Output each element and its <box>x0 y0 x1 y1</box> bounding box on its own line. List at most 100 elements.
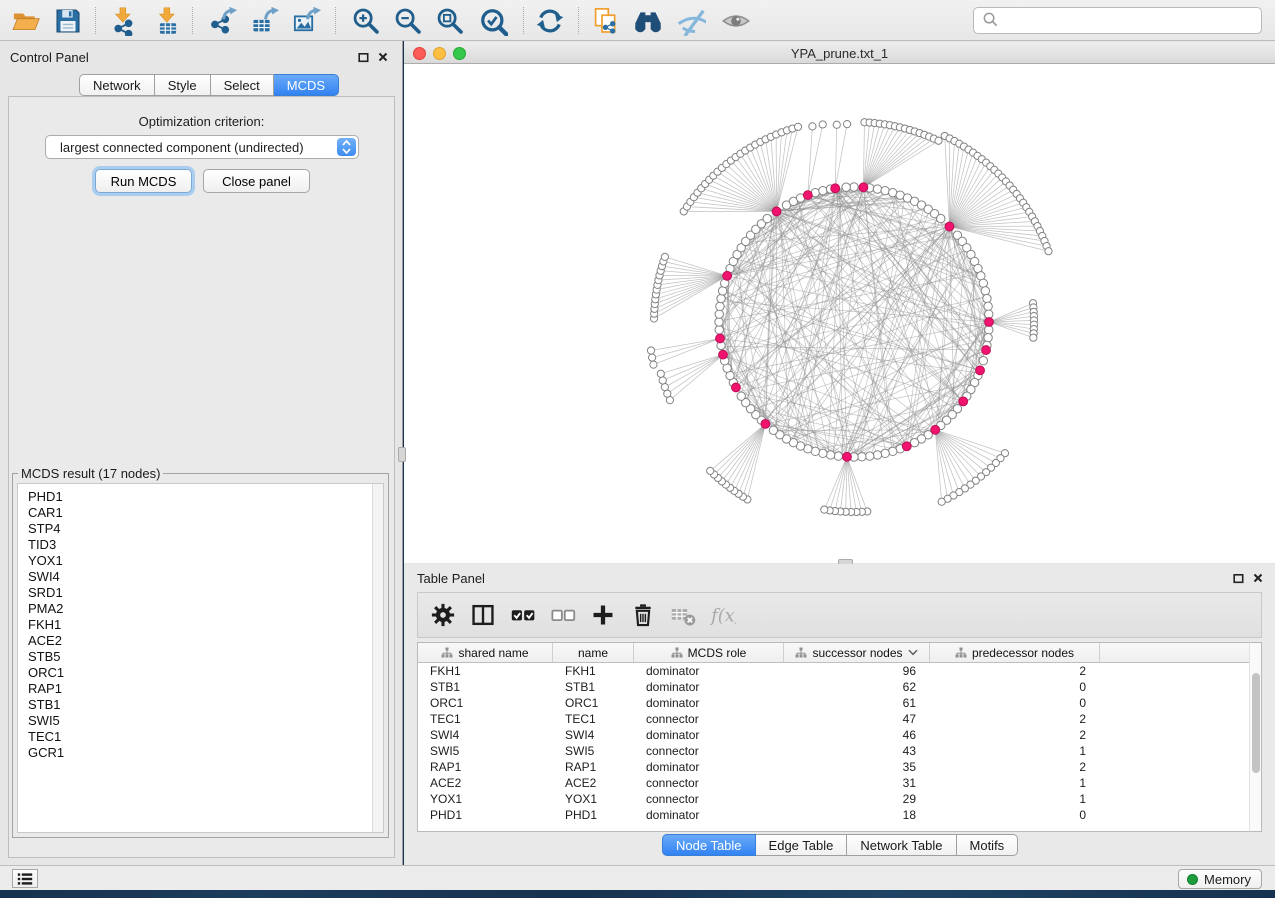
mcds-result-item[interactable]: ACE2 <box>18 633 383 649</box>
tab-node-table[interactable]: Node Table <box>662 834 756 856</box>
table-row[interactable]: YOX1YOX1connector291 <box>418 791 1261 807</box>
mcds-result-item[interactable]: YOX1 <box>18 553 383 569</box>
mcds-result-item[interactable]: SRD1 <box>18 585 383 601</box>
memory-status-icon <box>1187 874 1198 885</box>
tab-motifs[interactable]: Motifs <box>957 834 1019 856</box>
network-canvas[interactable] <box>404 64 1273 563</box>
import-table-button[interactable] <box>150 4 186 37</box>
mcds-result-item[interactable]: GCR1 <box>18 745 383 761</box>
table-row[interactable]: SWI5SWI5connector431 <box>418 743 1261 759</box>
mcds-result-item[interactable]: TID3 <box>18 537 383 553</box>
mcds-result-item[interactable]: SWI4 <box>18 569 383 585</box>
table-scrollbar[interactable] <box>1249 642 1262 832</box>
table-row[interactable]: ACE2ACE2connector311 <box>418 775 1261 791</box>
table-tabs: Node TableEdge TableNetwork TableMotifs <box>662 834 1018 856</box>
export-image-button[interactable] <box>289 4 325 37</box>
cell: 96 <box>784 663 930 679</box>
cell: FKH1 <box>553 663 634 679</box>
close-table-panel-icon[interactable] <box>1251 571 1265 585</box>
table-row[interactable]: SWI4SWI4dominator462 <box>418 727 1261 743</box>
table-header: shared namenameMCDS rolesuccessor nodesp… <box>418 643 1261 663</box>
export-image-icon <box>292 6 322 36</box>
save-icon <box>53 6 83 36</box>
cell: dominator <box>634 679 784 695</box>
cell: STB1 <box>553 679 634 695</box>
add-button[interactable] <box>586 598 620 632</box>
network-window: YPA_prune.txt_1 <box>404 42 1275 563</box>
column-header-name[interactable]: name <box>553 643 634 662</box>
mcds-result-item[interactable]: FKH1 <box>18 617 383 633</box>
gear-button[interactable] <box>426 598 460 632</box>
network-window-titlebar: YPA_prune.txt_1 <box>404 42 1275 64</box>
zoom-selected-icon <box>478 6 508 36</box>
zoom-fit-button[interactable] <box>432 4 468 37</box>
run-mcds-button[interactable]: Run MCDS <box>95 169 192 193</box>
tab-edge-table[interactable]: Edge Table <box>756 834 848 856</box>
open-folder-button[interactable] <box>8 4 44 37</box>
export-network-button[interactable] <box>205 4 241 37</box>
mcds-result-group: MCDS result (17 nodes) PHD1CAR1STP4TID3Y… <box>12 466 389 838</box>
binoculars-button[interactable] <box>630 4 666 37</box>
tab-mcds[interactable]: MCDS <box>274 74 339 96</box>
export-table-button[interactable] <box>247 4 283 37</box>
tab-network[interactable]: Network <box>79 74 155 96</box>
save-button[interactable] <box>50 4 86 37</box>
mcds-result-item[interactable]: CAR1 <box>18 505 383 521</box>
column-header-MCDS-role[interactable]: MCDS role <box>634 643 784 662</box>
table-row[interactable]: STB1STB1dominator620 <box>418 679 1261 695</box>
mcds-result-item[interactable]: TEC1 <box>18 729 383 745</box>
tab-select[interactable]: Select <box>211 74 274 96</box>
zoom-in-button[interactable] <box>348 4 384 37</box>
table-row[interactable]: FKH1FKH1dominator962 <box>418 663 1261 679</box>
list-scrollbar[interactable] <box>372 484 383 832</box>
close-panel-icon[interactable] <box>376 50 390 64</box>
float-table-panel-icon[interactable] <box>1231 571 1245 585</box>
mcds-result-item[interactable]: PMA2 <box>18 601 383 617</box>
mcds-result-item[interactable]: STP4 <box>18 521 383 537</box>
table-row[interactable]: ORC1ORC1dominator610 <box>418 695 1261 711</box>
namespace-icon <box>955 647 967 659</box>
zoom-out-button[interactable] <box>390 4 426 37</box>
mcds-result-item[interactable]: PHD1 <box>18 489 383 505</box>
mcds-result-item[interactable]: SWI5 <box>18 713 383 729</box>
refresh-button[interactable] <box>532 4 568 37</box>
mcds-result-item[interactable]: STB1 <box>18 697 383 713</box>
tab-style[interactable]: Style <box>155 74 211 96</box>
task-history-button[interactable] <box>12 869 38 888</box>
namespace-icon <box>671 647 683 659</box>
control-panel-titlebar: Control Panel <box>0 41 402 71</box>
copy-network-button[interactable] <box>588 4 624 37</box>
column-header-successor-nodes[interactable]: successor nodes <box>784 643 930 662</box>
hide-selected-button[interactable] <box>673 4 709 37</box>
mcds-result-item[interactable]: RAP1 <box>18 681 383 697</box>
mcds-result-title: MCDS result (17 nodes) <box>18 466 163 481</box>
table-row[interactable]: PHD1PHD1dominator180 <box>418 807 1261 823</box>
cell: dominator <box>634 759 784 775</box>
import-network-button[interactable] <box>106 4 142 37</box>
zoom-selected-button[interactable] <box>475 4 511 37</box>
table-row[interactable]: TEC1TEC1connector472 <box>418 711 1261 727</box>
vertical-splitter-handle[interactable] <box>398 447 406 462</box>
main-toolbar <box>0 0 1275 41</box>
search-input[interactable] <box>1004 11 1261 31</box>
close-panel-button[interactable]: Close panel <box>203 169 310 193</box>
criterion-dropdown[interactable]: largest connected component (undirected) <box>45 135 359 159</box>
refresh-icon <box>535 6 565 36</box>
columns-button[interactable] <box>466 598 500 632</box>
table-row[interactable]: RAP1RAP1dominator352 <box>418 759 1261 775</box>
memory-label: Memory <box>1204 872 1251 887</box>
column-header-shared-name[interactable]: shared name <box>418 643 553 662</box>
table-scrollbar-thumb[interactable] <box>1252 673 1260 773</box>
tab-network-table[interactable]: Network Table <box>847 834 956 856</box>
export-table-icon <box>250 6 280 36</box>
select-all-button[interactable] <box>506 598 540 632</box>
delete-button[interactable] <box>626 598 660 632</box>
column-header-predecessor-nodes[interactable]: predecessor nodes <box>930 643 1100 662</box>
deselect-all-button[interactable] <box>546 598 580 632</box>
namespace-icon <box>441 647 453 659</box>
float-panel-icon[interactable] <box>356 50 370 64</box>
memory-button[interactable]: Memory <box>1178 869 1262 889</box>
show-eye-button[interactable] <box>718 4 754 37</box>
mcds-result-item[interactable]: ORC1 <box>18 665 383 681</box>
mcds-result-item[interactable]: STB5 <box>18 649 383 665</box>
